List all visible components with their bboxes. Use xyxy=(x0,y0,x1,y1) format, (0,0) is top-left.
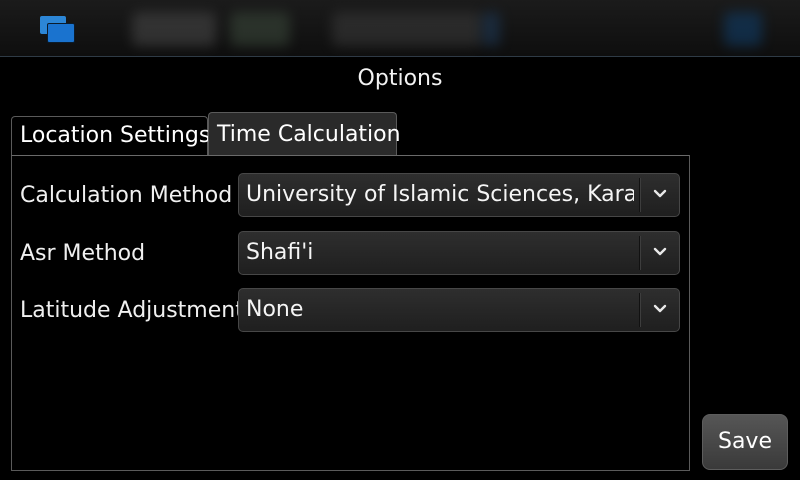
operator-menu[interactable] xyxy=(332,12,482,46)
close-icon[interactable] xyxy=(724,12,762,46)
clock-area[interactable] xyxy=(132,12,216,46)
latitude-adjustment-label: Latitude Adjustment xyxy=(20,298,244,323)
tab-time-calculation[interactable]: Time Calculation xyxy=(208,112,401,156)
chevron-down-icon[interactable] xyxy=(651,303,669,315)
operator-menu-arrow[interactable] xyxy=(482,12,500,46)
calculation-method-row: Calculation Method University of Islamic… xyxy=(12,173,691,219)
asr-method-value: Shafi'i xyxy=(246,240,314,265)
asr-method-row: Asr Method Shafi'i xyxy=(12,231,691,277)
page-title: Options xyxy=(357,66,443,91)
select-divider xyxy=(639,236,640,270)
select-divider xyxy=(639,178,640,212)
asr-method-label: Asr Method xyxy=(20,241,146,266)
task-switcher-icon[interactable] xyxy=(38,14,78,44)
time-calculation-panel: Calculation Method University of Islamic… xyxy=(11,155,690,471)
calculation-method-label: Calculation Method xyxy=(20,183,233,208)
calculation-method-select[interactable]: University of Islamic Sciences, Karachi xyxy=(238,173,680,217)
chevron-down-icon[interactable] xyxy=(651,246,669,258)
calculation-method-value: University of Islamic Sciences, Karachi xyxy=(246,182,634,207)
chevron-down-icon[interactable] xyxy=(651,188,669,200)
asr-method-select[interactable]: Shafi'i xyxy=(238,231,680,275)
latitude-adjustment-select[interactable]: None xyxy=(238,288,680,332)
status-bar xyxy=(0,0,800,57)
status-indicators[interactable] xyxy=(230,12,290,46)
save-button[interactable]: Save xyxy=(702,414,788,470)
latitude-adjustment-row: Latitude Adjustment None xyxy=(12,288,691,334)
latitude-adjustment-value: None xyxy=(246,297,304,322)
tab-location-settings[interactable]: Location Settings xyxy=(11,116,210,156)
select-divider xyxy=(639,293,640,327)
